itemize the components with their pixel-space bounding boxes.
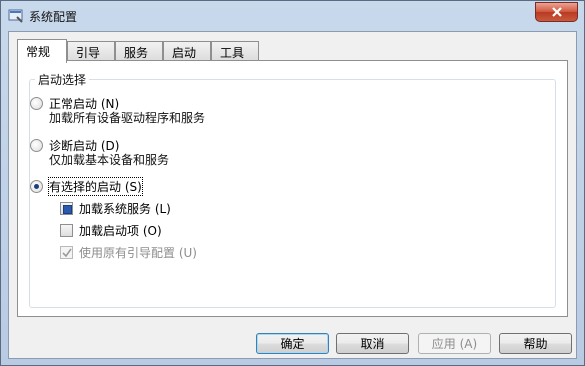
checkbox-label: 加载系统服务 (L) <box>79 202 171 216</box>
app-icon <box>8 8 24 24</box>
system-config-window: 系统配置 常规 引导 服务 启动 工具 启动选择 正常启动 (N) 加载所有设备… <box>0 0 585 366</box>
dialog-client: 常规 引导 服务 启动 工具 启动选择 正常启动 (N) 加载所有设备驱动程序和… <box>8 31 577 359</box>
cancel-button[interactable]: 取消 <box>336 333 409 354</box>
checkbox-use-original-boot-config: 使用原有引导配置 (U) <box>60 244 197 261</box>
radio-button[interactable] <box>30 139 43 152</box>
tab-label: 常规 <box>26 45 51 59</box>
tab-startup[interactable]: 启动 <box>163 41 211 61</box>
tab-boot[interactable]: 引导 <box>67 41 115 61</box>
checkbox-label: 使用原有引导配置 (U) <box>79 246 197 260</box>
radio-description: 加载所有设备驱动程序和服务 <box>49 111 206 125</box>
checkbox[interactable] <box>60 224 73 237</box>
checkbox-load-system-services[interactable]: 加载系统服务 (L) <box>60 200 171 217</box>
tab-tools[interactable]: 工具 <box>211 41 259 61</box>
help-button[interactable]: 帮助 <box>499 333 572 354</box>
window-title: 系统配置 <box>29 10 78 24</box>
radio-button-selected[interactable] <box>30 180 43 193</box>
checkbox-disabled <box>60 246 73 259</box>
tab-panel-general: 启动选择 正常启动 (N) 加载所有设备驱动程序和服务 诊断启动 (D) 仅加载… <box>17 60 568 317</box>
ok-button[interactable]: 确定 <box>256 333 329 354</box>
tab-general[interactable]: 常规 <box>17 39 67 63</box>
tab-label: 服务 <box>124 46 149 60</box>
radio-selective-startup[interactable]: 有选择的启动 (S) <box>30 177 143 196</box>
tab-services[interactable]: 服务 <box>115 41 163 61</box>
tab-label: 工具 <box>220 46 245 60</box>
tab-label: 启动 <box>172 46 197 60</box>
radio-description: 仅加载基本设备和服务 <box>49 153 170 167</box>
checkbox-load-startup-items[interactable]: 加载启动项 (O) <box>60 222 162 239</box>
checkbox[interactable] <box>60 202 73 215</box>
group-label: 启动选择 <box>35 71 90 88</box>
title-bar[interactable]: 系统配置 <box>1 1 584 31</box>
tab-label: 引导 <box>76 46 101 60</box>
close-button[interactable] <box>535 2 578 22</box>
apply-button[interactable]: 应用 (A) <box>418 333 491 354</box>
checkbox-label: 加载启动项 (O) <box>79 224 162 238</box>
close-icon <box>551 7 562 17</box>
checkmark-icon <box>62 248 72 258</box>
radio-button[interactable] <box>30 97 43 110</box>
radio-label: 有选择的启动 (S) <box>48 177 143 196</box>
